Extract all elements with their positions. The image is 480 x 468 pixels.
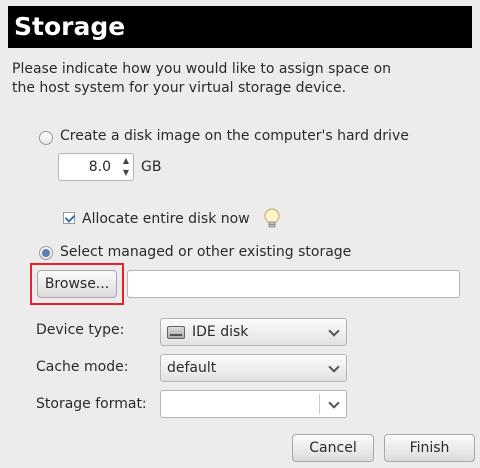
storage-path-input[interactable]	[127, 270, 460, 298]
disk-size-value[interactable]: 8.0	[89, 159, 111, 175]
chevron-down-icon	[328, 361, 340, 373]
allocate-label[interactable]: Allocate entire disk now	[82, 211, 250, 227]
create-disk-radio[interactable]	[39, 131, 53, 145]
chevron-down-icon	[328, 325, 340, 337]
cache-mode-select[interactable]: default	[160, 354, 347, 382]
device-type-label: Device type:	[36, 322, 125, 338]
device-type-select[interactable]: IDE disk	[160, 318, 347, 346]
combo-divider	[319, 394, 320, 414]
create-disk-label[interactable]: Create a disk image on the computer's ha…	[60, 128, 409, 144]
browse-button[interactable]: Browse...	[37, 270, 117, 298]
cache-mode-label: Cache mode:	[36, 359, 129, 375]
spin-down-icon[interactable]: ▼	[123, 169, 129, 177]
storage-format-combo[interactable]	[160, 390, 347, 418]
storage-format-label: Storage format:	[36, 396, 147, 412]
disk-size-spinner[interactable]: 8.0 ▲ ▼	[58, 153, 134, 181]
finish-button[interactable]: Finish	[384, 434, 475, 462]
harddisk-icon	[167, 326, 185, 339]
cancel-button[interactable]: Cancel	[292, 434, 374, 462]
managed-storage-radio[interactable]	[39, 246, 53, 260]
page-title: Storage	[8, 6, 472, 48]
chevron-down-icon[interactable]	[328, 397, 340, 409]
device-type-value: IDE disk	[192, 324, 249, 340]
allocate-checkbox[interactable]	[63, 212, 75, 224]
description-text: Please indicate how you would like to as…	[12, 61, 392, 96]
lightbulb-icon	[264, 208, 280, 228]
cache-mode-value: default	[167, 360, 217, 376]
managed-storage-label[interactable]: Select managed or other existing storage	[60, 244, 351, 260]
disk-size-unit: GB	[141, 159, 162, 175]
spin-up-icon[interactable]: ▲	[123, 157, 129, 165]
